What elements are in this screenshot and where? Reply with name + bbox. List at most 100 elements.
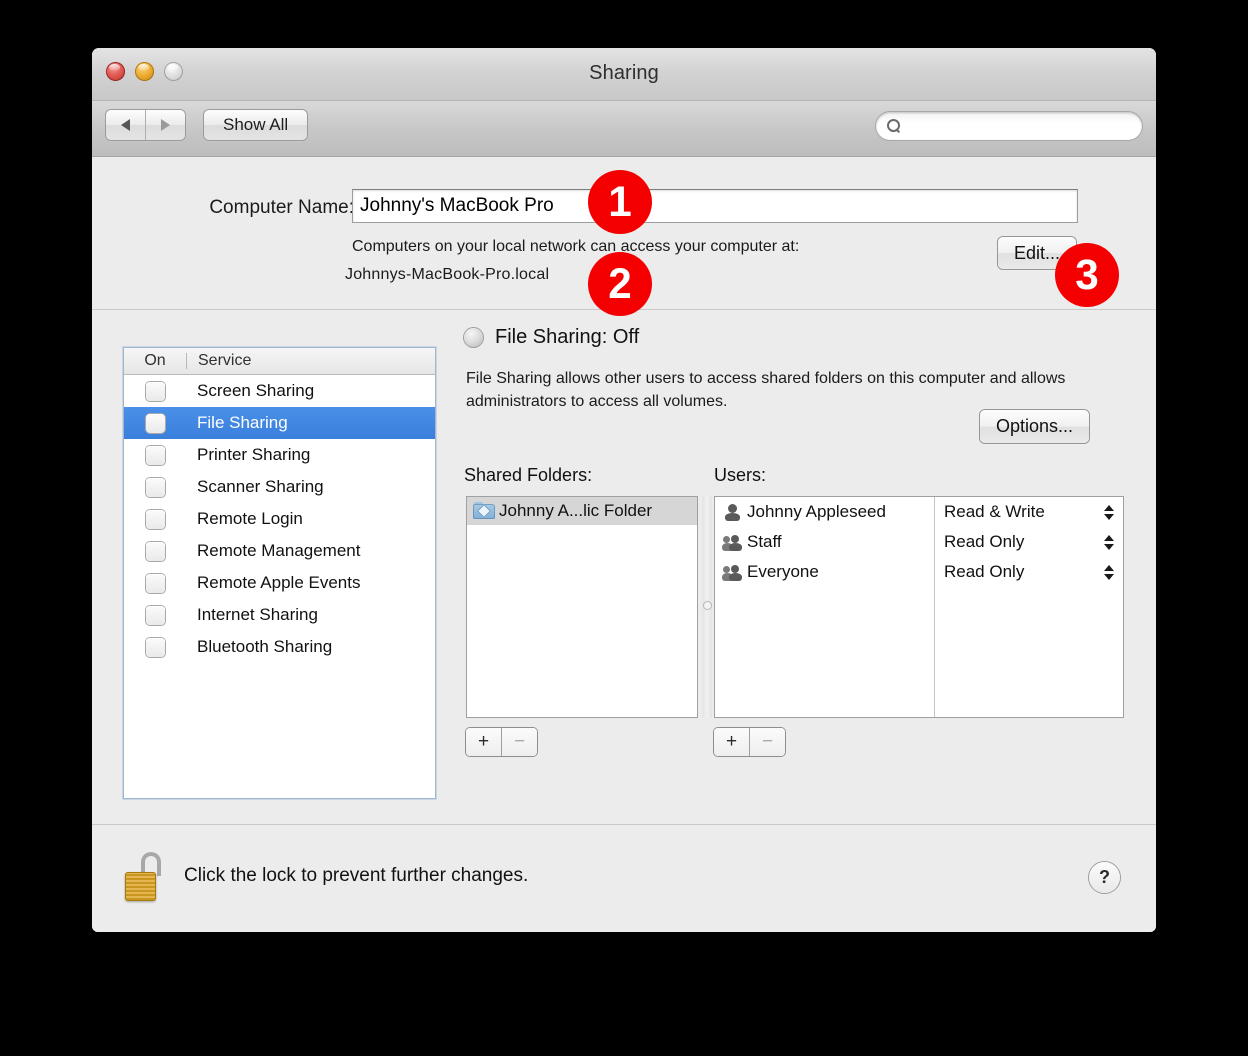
window-titlebar: Sharing (92, 48, 1156, 101)
forward-arrow-icon (161, 119, 170, 131)
services-table[interactable]: On Service Screen Sharing File Sharing Pri… (123, 347, 436, 799)
search-icon (887, 119, 902, 134)
single-user-icon (723, 504, 743, 521)
options-button[interactable]: Options... (980, 410, 1089, 443)
show-all-button[interactable]: Show All (204, 110, 307, 140)
users-label: Users: (714, 465, 766, 486)
service-checkbox[interactable] (146, 478, 165, 497)
search-input[interactable] (908, 117, 1142, 135)
users-list[interactable]: Johnny Appleseed Staff Everyone Read & Wri… (714, 496, 1124, 718)
pane-splitter[interactable] (702, 496, 712, 718)
window-footer: Click the lock to prevent further change… (92, 825, 1156, 932)
remove-user-button[interactable]: − (749, 728, 785, 756)
remove-shared-folder-label: − (514, 731, 525, 753)
service-detail-pane: File Sharing: Off File Sharing allows ot… (464, 310, 1156, 824)
service-row[interactable]: File Sharing (124, 407, 435, 439)
service-checkbox[interactable] (146, 574, 165, 593)
navigation-buttons (106, 110, 185, 140)
service-checkbox[interactable] (146, 510, 165, 529)
service-name: Internet Sharing (186, 605, 318, 625)
add-user-button[interactable]: + (714, 728, 749, 756)
service-row[interactable]: Scanner Sharing (124, 471, 435, 503)
group-users-icon (723, 534, 743, 551)
back-button[interactable] (106, 110, 145, 140)
service-name: Screen Sharing (186, 381, 314, 401)
shared-folder-row[interactable]: Johnny A...lic Folder (467, 497, 697, 525)
help-button[interactable]: ? (1089, 862, 1120, 893)
services-list: Screen Sharing File Sharing Printer Sharin… (124, 375, 435, 663)
computer-name-input[interactable] (353, 195, 1077, 217)
service-checkbox-cell (124, 382, 186, 401)
edit-button-label: Edit... (1014, 243, 1060, 264)
service-name: Bluetooth Sharing (186, 637, 332, 657)
unlocked-padlock-icon[interactable] (125, 852, 169, 902)
permission-row[interactable]: Read Only (935, 557, 1123, 587)
status-off-orb-icon (464, 328, 483, 347)
service-row[interactable]: Printer Sharing (124, 439, 435, 471)
service-row[interactable]: Remote Management (124, 535, 435, 567)
service-status-text: File Sharing: Off (495, 326, 639, 349)
service-name: Remote Apple Events (186, 573, 360, 593)
service-description: File Sharing allows other users to acces… (466, 368, 1106, 413)
add-shared-folder-button[interactable]: + (466, 728, 501, 756)
service-checkbox-cell (124, 638, 186, 657)
annotation-badge-1: 1 (588, 170, 652, 234)
user-row[interactable]: Johnny Appleseed (715, 497, 934, 527)
user-row[interactable]: Everyone (715, 557, 934, 587)
service-checkbox-cell (124, 414, 186, 433)
splitter-handle-icon[interactable] (704, 602, 711, 609)
shared-folder-name: Johnny A...lic Folder (499, 501, 652, 521)
shared-folders-label: Shared Folders: (464, 465, 592, 486)
column-header-on: On (124, 352, 186, 370)
service-name: Remote Management (186, 541, 360, 561)
user-row[interactable]: Staff (715, 527, 934, 557)
screenshot-canvas: Sharing Show All Computer Name: (0, 0, 1248, 1056)
service-row[interactable]: Screen Sharing (124, 375, 435, 407)
services-table-header: On Service (124, 348, 435, 375)
help-icon: ? (1099, 867, 1110, 888)
permission-value: Read Only (944, 532, 1024, 552)
permission-value: Read Only (944, 562, 1024, 582)
service-checkbox-cell (124, 574, 186, 593)
service-checkbox[interactable] (146, 382, 165, 401)
permission-row[interactable]: Read & Write (935, 497, 1123, 527)
service-checkbox-cell (124, 478, 186, 497)
service-row[interactable]: Remote Login (124, 503, 435, 535)
user-name: Everyone (747, 562, 819, 582)
group-users-icon (723, 564, 743, 581)
permission-stepper[interactable] (1104, 535, 1114, 550)
service-checkbox-cell (124, 446, 186, 465)
user-name: Johnny Appleseed (747, 502, 886, 522)
service-checkbox[interactable] (146, 542, 165, 561)
shared-folders-add-remove: + − (466, 728, 537, 756)
service-row[interactable]: Remote Apple Events (124, 567, 435, 599)
shared-folders-list[interactable]: Johnny A...lic Folder (466, 496, 698, 718)
service-name: Remote Login (186, 509, 303, 529)
user-name: Staff (747, 532, 782, 552)
sharing-body: On Service Screen Sharing File Sharing Pri… (92, 310, 1156, 825)
permission-stepper[interactable] (1104, 505, 1114, 520)
service-checkbox[interactable] (146, 446, 165, 465)
search-field[interactable] (876, 112, 1142, 140)
service-checkbox[interactable] (146, 638, 165, 657)
options-button-label: Options... (996, 416, 1073, 437)
computer-name-field[interactable] (352, 189, 1078, 223)
remove-user-label: − (762, 731, 773, 753)
service-name: Printer Sharing (186, 445, 310, 465)
column-header-service: Service (187, 352, 251, 370)
forward-button[interactable] (145, 110, 185, 140)
service-checkbox-cell (124, 542, 186, 561)
service-checkbox[interactable] (146, 606, 165, 625)
preferences-toolbar: Show All (92, 101, 1156, 157)
service-checkbox[interactable] (146, 414, 165, 433)
permission-row[interactable]: Read Only (935, 527, 1123, 557)
remove-shared-folder-button[interactable]: − (501, 728, 537, 756)
service-row[interactable]: Bluetooth Sharing (124, 631, 435, 663)
permission-stepper[interactable] (1104, 565, 1114, 580)
permissions-column: Read & Write Read Only Read Only (935, 497, 1123, 717)
permission-value: Read & Write (944, 502, 1045, 522)
users-add-remove: + − (714, 728, 785, 756)
network-access-note: Computers on your local network can acce… (352, 238, 799, 256)
service-row[interactable]: Internet Sharing (124, 599, 435, 631)
window-title: Sharing (92, 62, 1156, 85)
